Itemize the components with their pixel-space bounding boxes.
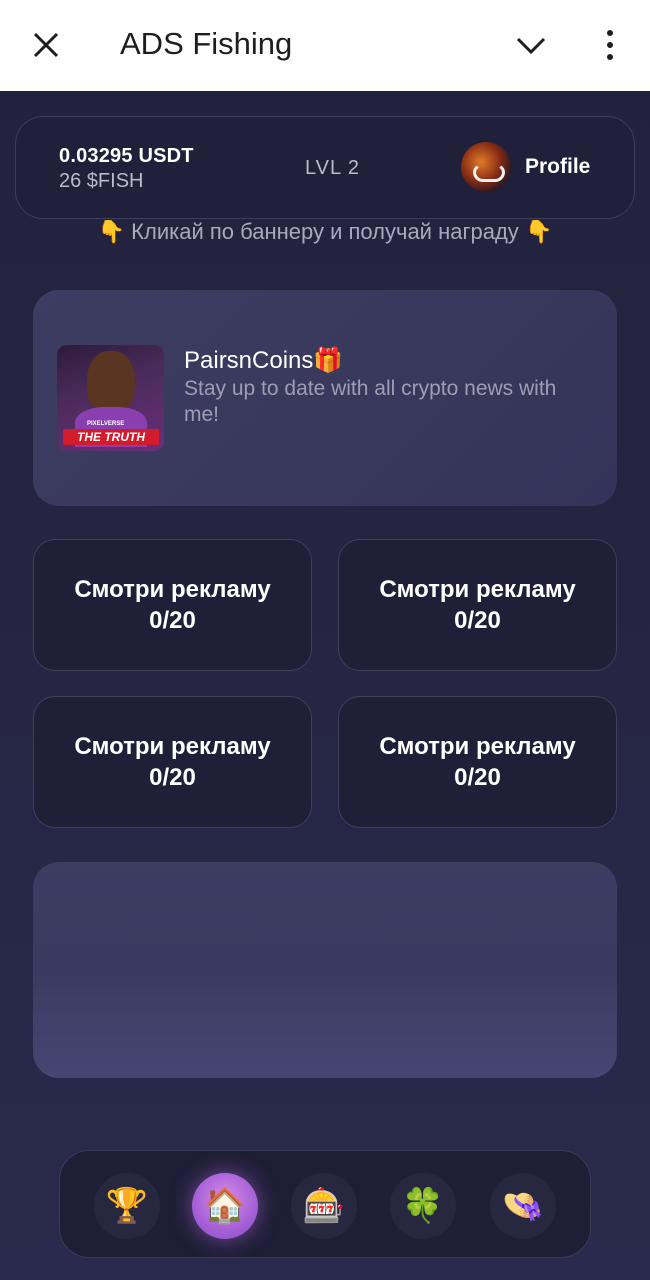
thumb-caption: THE TRUTH (63, 429, 159, 445)
fish-balance: 26 $FISH (59, 170, 144, 192)
watch-ad-button[interactable]: Смотри рекламу 0/20 (338, 696, 617, 828)
thumb-subcaption: PIXELVERSE (87, 421, 125, 427)
watch-ad-button[interactable]: Смотри рекламу 0/20 (33, 539, 312, 671)
watch-ad-label: Смотри рекламу (379, 733, 576, 760)
watch-ad-button[interactable]: Смотри рекламу 0/20 (338, 539, 617, 671)
profile-label: Profile (525, 155, 591, 178)
slot-machine-icon[interactable]: 🎰 (291, 1173, 357, 1239)
home-icon[interactable]: 🏠 (192, 1173, 258, 1239)
profile-button[interactable]: Profile (461, 142, 590, 192)
clover-icon[interactable]: 🍀 (390, 1173, 456, 1239)
ad-banner[interactable]: PIXELVERSE THE TRUTH PairsnCoins🎁 Stay u… (33, 290, 617, 506)
watch-ad-count: 0/20 (149, 607, 196, 634)
watch-ad-label: Смотри рекламу (74, 576, 271, 603)
banner-hint: 👇 Кликай по баннеру и получай награду 👇 (0, 219, 650, 245)
pointing-down-icon: 👇 (97, 219, 126, 244)
account-info-card: 0.03295 USDT 26 $FISH LVL 2 Profile (15, 116, 635, 219)
app-header: ADS Fishing (0, 0, 650, 91)
watch-ad-count: 0/20 (454, 764, 501, 791)
ad-description: Stay up to date with all crypto news wit… (184, 377, 557, 426)
watch-ad-button[interactable]: Смотри рекламу 0/20 (33, 696, 312, 828)
avatar (461, 142, 511, 192)
watch-ad-count: 0/20 (454, 607, 501, 634)
ad-title: PairsnCoins🎁 (184, 347, 344, 374)
watch-ad-label: Смотри рекламу (74, 733, 271, 760)
hint-text: Кликай по баннеру и получай награду (131, 219, 519, 244)
ad-placeholder[interactable] (33, 862, 617, 1078)
close-icon[interactable] (30, 29, 62, 61)
more-options-icon[interactable] (598, 28, 622, 62)
balance-block: 0.03295 USDT 26 $FISH (59, 145, 194, 193)
chevron-down-icon[interactable] (514, 32, 548, 58)
level-label: LVL 2 (305, 157, 361, 179)
app-title: ADS Fishing (120, 26, 293, 61)
trophy-icon[interactable]: 🏆 (94, 1173, 160, 1239)
watch-ad-label: Смотри рекламу (379, 576, 576, 603)
pointing-down-icon: 👇 (524, 219, 553, 244)
hat-icon[interactable]: 👒 (490, 1173, 556, 1239)
thumb-face (87, 351, 135, 413)
watch-ad-count: 0/20 (149, 764, 196, 791)
bottom-nav: 🏆 🏠 🎰 🍀 👒 (59, 1150, 591, 1258)
usdt-balance: 0.03295 USDT (59, 145, 194, 167)
ad-thumbnail: PIXELVERSE THE TRUTH (57, 345, 164, 451)
